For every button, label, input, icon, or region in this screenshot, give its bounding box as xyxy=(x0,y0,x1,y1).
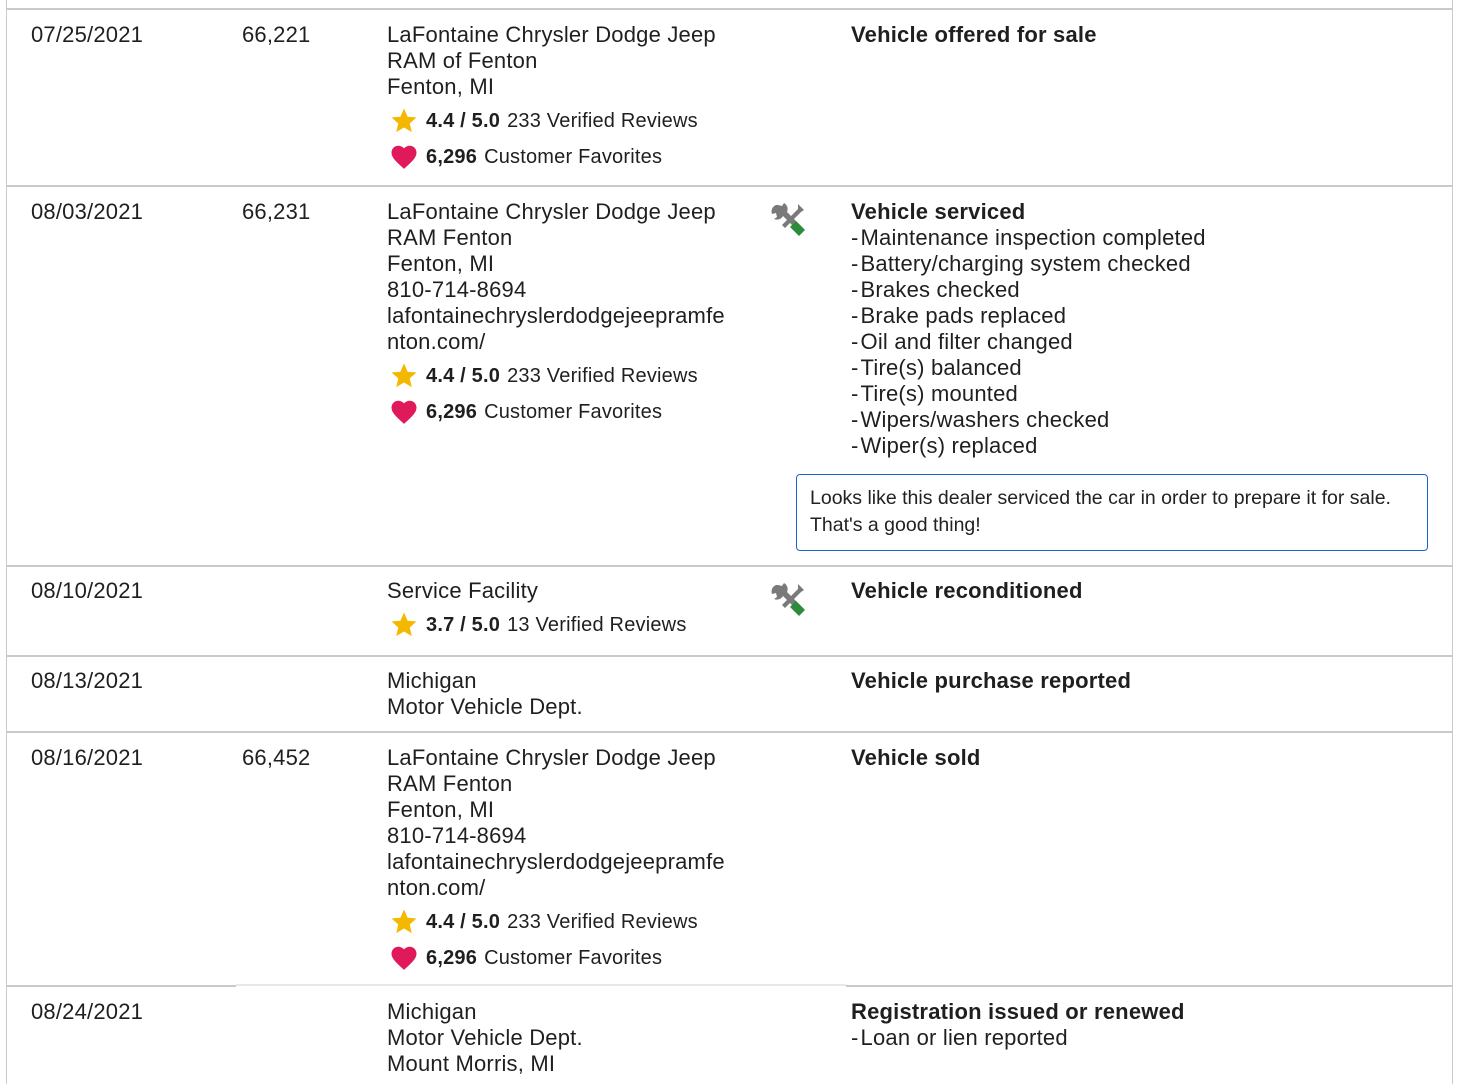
service-item: Maintenance inspection completed xyxy=(851,225,1441,251)
source-line: Fenton, MI xyxy=(387,251,495,276)
favorites-label: Customer Favorites xyxy=(484,947,663,969)
source-phone[interactable]: 810-714-8694 xyxy=(387,277,757,303)
event-title: Vehicle purchase reported xyxy=(851,668,1132,693)
favorites-count: 6,296 xyxy=(426,146,478,168)
source-line[interactable]: RAM Fenton xyxy=(387,771,757,797)
service-item: Wiper(s) replaced xyxy=(851,433,1441,459)
source-line: Fenton, MI xyxy=(387,74,495,99)
favorites-label: Customer Favorites xyxy=(484,401,663,423)
facility-rating[interactable]: 3.7 / 5.0 13 Verified Reviews xyxy=(387,607,757,643)
source-line: Fenton, MI xyxy=(387,797,495,822)
row-divider xyxy=(6,185,1453,187)
source-line: Mount Morris, MI xyxy=(387,1051,556,1076)
service-tools-icon xyxy=(771,203,805,236)
event-title: Vehicle offered for sale xyxy=(851,22,1097,47)
source-website[interactable]: lafontainechryslerdodgejeepramfe xyxy=(387,849,757,875)
dealer-rating[interactable]: 4.4 / 5.0 233 Verified Reviews xyxy=(387,358,757,394)
favorites-count: 6,296 xyxy=(426,401,478,423)
star-icon xyxy=(391,108,417,133)
review-count[interactable]: 233 Verified Reviews xyxy=(507,909,698,935)
registration-item: Loan or lien reported xyxy=(851,1025,1441,1051)
service-item: Wipers/washers checked xyxy=(851,407,1441,433)
dealer-note-callout: Looks like this dealer serviced the car … xyxy=(796,474,1428,551)
source-block: Service Facility 3.7 / 5.0 13 Verified R… xyxy=(387,578,757,643)
review-count[interactable]: 233 Verified Reviews xyxy=(507,108,698,134)
rating-score: 4.4 / 5.0 xyxy=(426,365,501,387)
record-details: Vehicle offered for sale xyxy=(851,22,1441,48)
source-block: LaFontaine Chrysler Dodge Jeep RAM Fento… xyxy=(387,199,757,430)
service-item: Brakes checked xyxy=(851,277,1441,303)
row-divider xyxy=(6,565,1453,567)
service-item: Brake pads replaced xyxy=(851,303,1441,329)
row-divider xyxy=(6,985,236,987)
event-title: Vehicle reconditioned xyxy=(851,578,1083,603)
source-line: Michigan xyxy=(387,999,477,1024)
record-details: Vehicle reconditioned xyxy=(851,578,1441,604)
record-details: Vehicle sold xyxy=(851,745,1441,771)
service-item: Battery/charging system checked xyxy=(851,251,1441,277)
record-details: Vehicle serviced Maintenance inspection … xyxy=(851,199,1441,459)
odometer-reading: 66,221 xyxy=(242,22,311,47)
source-website[interactable]: nton.com/ xyxy=(387,329,757,355)
row-divider xyxy=(236,984,846,986)
record-date: 08/03/2021 xyxy=(31,199,144,224)
heart-icon xyxy=(391,946,417,970)
star-icon xyxy=(391,363,417,388)
star-icon xyxy=(391,612,417,637)
source-line[interactable]: LaFontaine Chrysler Dodge Jeep xyxy=(387,22,757,48)
row-divider xyxy=(6,655,1453,657)
source-line: Motor Vehicle Dept. xyxy=(387,1025,583,1050)
service-item: Oil and filter changed xyxy=(851,329,1441,355)
record-details: Vehicle purchase reported xyxy=(851,668,1441,694)
source-line: Service Facility xyxy=(387,578,539,603)
source-website[interactable]: nton.com/ xyxy=(387,875,757,901)
record-date: 07/25/2021 xyxy=(31,22,144,47)
customer-favorites: 6,296 Customer Favorites xyxy=(387,394,757,430)
source-line: Motor Vehicle Dept. xyxy=(387,694,583,719)
source-line[interactable]: RAM Fenton xyxy=(387,225,757,251)
source-phone[interactable]: 810-714-8694 xyxy=(387,823,757,849)
record-date: 08/13/2021 xyxy=(31,668,144,693)
source-line[interactable]: RAM of Fenton xyxy=(387,48,757,74)
customer-favorites: 6,296 Customer Favorites xyxy=(387,940,757,976)
heart-icon xyxy=(391,400,417,424)
source-block: Michigan Motor Vehicle Dept. Mount Morri… xyxy=(387,999,757,1077)
service-item: Tire(s) balanced xyxy=(851,355,1441,381)
record-details: Registration issued or renewed Loan or l… xyxy=(851,999,1441,1051)
odometer-reading: 66,452 xyxy=(242,745,311,770)
event-title: Vehicle serviced xyxy=(851,199,1026,224)
dealer-rating[interactable]: 4.4 / 5.0 233 Verified Reviews xyxy=(387,904,757,940)
source-block: LaFontaine Chrysler Dodge Jeep RAM of Fe… xyxy=(387,22,757,175)
dealer-rating[interactable]: 4.4 / 5.0 233 Verified Reviews xyxy=(387,103,757,139)
star-icon xyxy=(391,909,417,934)
source-block: Michigan Motor Vehicle Dept. xyxy=(387,668,757,720)
favorites-label: Customer Favorites xyxy=(484,146,663,168)
heart-icon xyxy=(391,145,417,169)
source-block: LaFontaine Chrysler Dodge Jeep RAM Fento… xyxy=(387,745,757,976)
service-tools-icon xyxy=(771,583,805,616)
source-line: Michigan xyxy=(387,668,477,693)
review-count[interactable]: 13 Verified Reviews xyxy=(507,612,686,638)
row-divider xyxy=(6,731,1453,733)
review-count[interactable]: 233 Verified Reviews xyxy=(507,363,698,389)
service-item: Tire(s) mounted xyxy=(851,381,1441,407)
record-date: 08/10/2021 xyxy=(31,578,144,603)
row-divider xyxy=(846,985,1453,987)
source-website[interactable]: lafontainechryslerdodgejeepramfe xyxy=(387,303,757,329)
rating-score: 4.4 / 5.0 xyxy=(426,911,501,933)
favorites-count: 6,296 xyxy=(426,947,478,969)
customer-favorites: 6,296 Customer Favorites xyxy=(387,139,757,175)
odometer-reading: 66,231 xyxy=(242,199,311,224)
source-line[interactable]: LaFontaine Chrysler Dodge Jeep xyxy=(387,199,757,225)
row-divider xyxy=(6,8,1453,10)
record-date: 08/16/2021 xyxy=(31,745,144,770)
rating-score: 4.4 / 5.0 xyxy=(426,110,501,132)
rating-score: 3.7 / 5.0 xyxy=(426,614,501,636)
record-date: 08/24/2021 xyxy=(31,999,144,1024)
source-line[interactable]: LaFontaine Chrysler Dodge Jeep xyxy=(387,745,757,771)
event-title: Vehicle sold xyxy=(851,745,981,770)
event-title: Registration issued or renewed xyxy=(851,999,1185,1024)
